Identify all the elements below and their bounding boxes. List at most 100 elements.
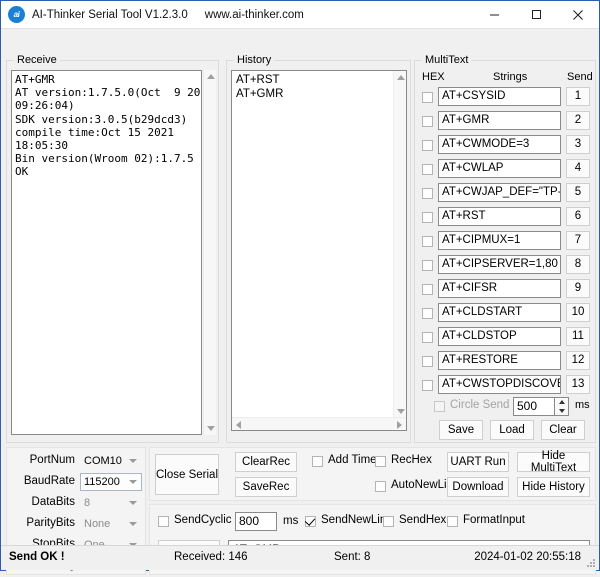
send-cyclic-checkbox[interactable] bbox=[158, 516, 169, 527]
history-listbox[interactable]: AT+RST AT+GMR bbox=[231, 70, 407, 431]
maximize-icon[interactable] bbox=[515, 1, 557, 28]
chevron-down-icon[interactable] bbox=[129, 480, 137, 484]
config-select[interactable]: None bbox=[80, 515, 142, 533]
uart-run-button[interactable]: UART Run bbox=[447, 452, 509, 472]
multitext-command-input[interactable]: AT+CIFSR bbox=[438, 279, 561, 298]
multitext-command-input[interactable]: AT+CIPSERVER=1,80 bbox=[438, 255, 561, 274]
config-select[interactable]: 115200 bbox=[80, 473, 142, 491]
config-select[interactable]: COM10 bbox=[80, 452, 142, 470]
scroll-left-icon[interactable] bbox=[232, 418, 245, 431]
multitext-command-input[interactable]: AT+CSYSID bbox=[438, 87, 561, 106]
format-input-checkbox[interactable] bbox=[447, 516, 458, 527]
multitext-col-send: Send bbox=[567, 71, 593, 83]
multitext-send-button[interactable]: 1 bbox=[566, 87, 590, 106]
circle-send-interval-input[interactable]: 500 bbox=[513, 397, 555, 416]
send-hex-checkbox[interactable] bbox=[383, 516, 394, 527]
history-horizontal-scrollbar[interactable] bbox=[232, 417, 406, 430]
download-button[interactable]: Download bbox=[447, 477, 509, 497]
multitext-command-input[interactable]: AT+CLDSTART bbox=[438, 303, 561, 322]
chevron-down-icon[interactable] bbox=[129, 501, 137, 505]
receive-textarea[interactable]: AT+GMR AT version:1.7.5.0(Oct 9 2021 09:… bbox=[11, 70, 202, 435]
spinner-up-icon[interactable] bbox=[559, 400, 565, 404]
multitext-row: AT+CWSTOPDISCOVER 13 bbox=[415, 374, 597, 398]
multitext-command-input[interactable]: AT+CWSTOPDISCOVER bbox=[438, 375, 561, 394]
scroll-up-icon[interactable] bbox=[204, 70, 217, 83]
multitext-hex-checkbox[interactable] bbox=[422, 284, 433, 295]
multitext-hex-checkbox[interactable] bbox=[422, 356, 433, 367]
title-bar: ai AI-Thinker Serial Tool V1.2.3.0 www.a… bbox=[1, 1, 599, 29]
chevron-down-icon[interactable] bbox=[129, 459, 137, 463]
multitext-command-input[interactable]: AT+RESTORE bbox=[438, 351, 561, 370]
close-serial-button[interactable]: Close Serial bbox=[155, 454, 219, 495]
circle-send-spinner[interactable] bbox=[555, 397, 569, 416]
multitext-hex-checkbox[interactable] bbox=[422, 116, 433, 127]
scroll-down-icon[interactable] bbox=[204, 422, 217, 435]
auto-newline-checkbox[interactable] bbox=[375, 481, 386, 492]
multitext-send-button[interactable]: 9 bbox=[566, 279, 590, 298]
spinner-down-icon[interactable] bbox=[559, 409, 565, 413]
hide-multitext-button[interactable]: Hide MultiText bbox=[517, 452, 590, 472]
multitext-hex-checkbox[interactable] bbox=[422, 236, 433, 247]
status-bar: Send OK ! Received: 146 Sent: 8 2024-01-… bbox=[1, 545, 599, 570]
resize-grip-icon[interactable] bbox=[585, 557, 595, 567]
multitext-hex-checkbox[interactable] bbox=[422, 260, 433, 271]
actions-panel: Close Serial ClearRec SaveRec Add Time R… bbox=[149, 447, 596, 501]
circle-send-checkbox[interactable] bbox=[434, 401, 445, 412]
multitext-command-input[interactable]: AT+CWLAP bbox=[438, 159, 561, 178]
config-label: ParityBits bbox=[26, 517, 75, 529]
history-vertical-scrollbar[interactable] bbox=[393, 71, 406, 418]
multitext-send-button[interactable]: 8 bbox=[566, 255, 590, 274]
multitext-send-button[interactable]: 10 bbox=[566, 303, 590, 322]
save-rec-button[interactable]: SaveRec bbox=[235, 477, 297, 497]
multitext-hex-checkbox[interactable] bbox=[422, 212, 433, 223]
rec-hex-checkbox[interactable] bbox=[375, 456, 386, 467]
multitext-send-button[interactable]: 3 bbox=[566, 135, 590, 154]
config-label: PortNum bbox=[30, 454, 75, 466]
close-icon[interactable] bbox=[557, 1, 599, 28]
multitext-send-button[interactable]: 5 bbox=[566, 183, 590, 202]
clear-rec-button[interactable]: ClearRec bbox=[235, 452, 297, 472]
cyclic-interval-input[interactable]: 800 bbox=[235, 512, 277, 531]
multitext-send-button[interactable]: 6 bbox=[566, 207, 590, 226]
clear-button[interactable]: Clear bbox=[541, 420, 585, 440]
minimize-icon[interactable] bbox=[473, 1, 515, 28]
multitext-hex-checkbox[interactable] bbox=[422, 308, 433, 319]
format-input-label: FormatInput bbox=[463, 514, 525, 526]
config-select[interactable]: 8 bbox=[80, 494, 142, 512]
receive-text: AT+GMR AT version:1.7.5.0(Oct 9 2021 09:… bbox=[12, 71, 201, 181]
multitext-command-input[interactable]: AT+CWMODE=3 bbox=[438, 135, 561, 154]
send-newline-checkbox[interactable] bbox=[305, 516, 316, 527]
multitext-command-input[interactable]: AT+CLDSTOP bbox=[438, 327, 561, 346]
multitext-hex-checkbox[interactable] bbox=[422, 92, 433, 103]
multitext-send-button[interactable]: 4 bbox=[566, 159, 590, 178]
multitext-command-input[interactable]: AT+CWJAP_DEF="TP-Link bbox=[438, 183, 561, 202]
multitext-row: AT+CIFSR 9 bbox=[415, 278, 597, 302]
serial-config-row: PortNum COM10 bbox=[7, 451, 147, 472]
chevron-down-icon[interactable] bbox=[129, 522, 137, 526]
scroll-right-icon[interactable] bbox=[393, 418, 406, 431]
save-button[interactable]: Save bbox=[439, 420, 483, 440]
multitext-hex-checkbox[interactable] bbox=[422, 380, 433, 391]
multitext-hex-checkbox[interactable] bbox=[422, 140, 433, 151]
receive-vertical-scrollbar[interactable] bbox=[203, 70, 216, 435]
multitext-hex-checkbox[interactable] bbox=[422, 332, 433, 343]
multitext-command-input[interactable]: AT+RST bbox=[438, 207, 561, 226]
multitext-command-input[interactable]: AT+GMR bbox=[438, 111, 561, 130]
hide-history-button[interactable]: Hide History bbox=[517, 477, 590, 497]
history-text: AT+RST AT+GMR bbox=[232, 71, 406, 103]
load-button[interactable]: Load bbox=[490, 420, 534, 440]
multitext-command-input[interactable]: AT+CIPMUX=1 bbox=[438, 231, 561, 250]
multitext-send-button[interactable]: 12 bbox=[566, 351, 590, 370]
multitext-send-button[interactable]: 13 bbox=[566, 375, 590, 394]
multitext-col-strings: Strings bbox=[493, 71, 527, 83]
serial-config-row: DataBits8 bbox=[7, 493, 147, 514]
add-time-checkbox[interactable] bbox=[312, 456, 323, 467]
multitext-hex-checkbox[interactable] bbox=[422, 164, 433, 175]
multitext-send-button[interactable]: 11 bbox=[566, 327, 590, 346]
multitext-hex-checkbox[interactable] bbox=[422, 188, 433, 199]
serial-config-row: ParityBits None bbox=[7, 514, 147, 535]
scroll-up-icon[interactable] bbox=[394, 71, 407, 84]
multitext-send-button[interactable]: 2 bbox=[566, 111, 590, 130]
multitext-row: AT+CSYSID 1 bbox=[415, 86, 597, 110]
multitext-send-button[interactable]: 7 bbox=[566, 231, 590, 250]
